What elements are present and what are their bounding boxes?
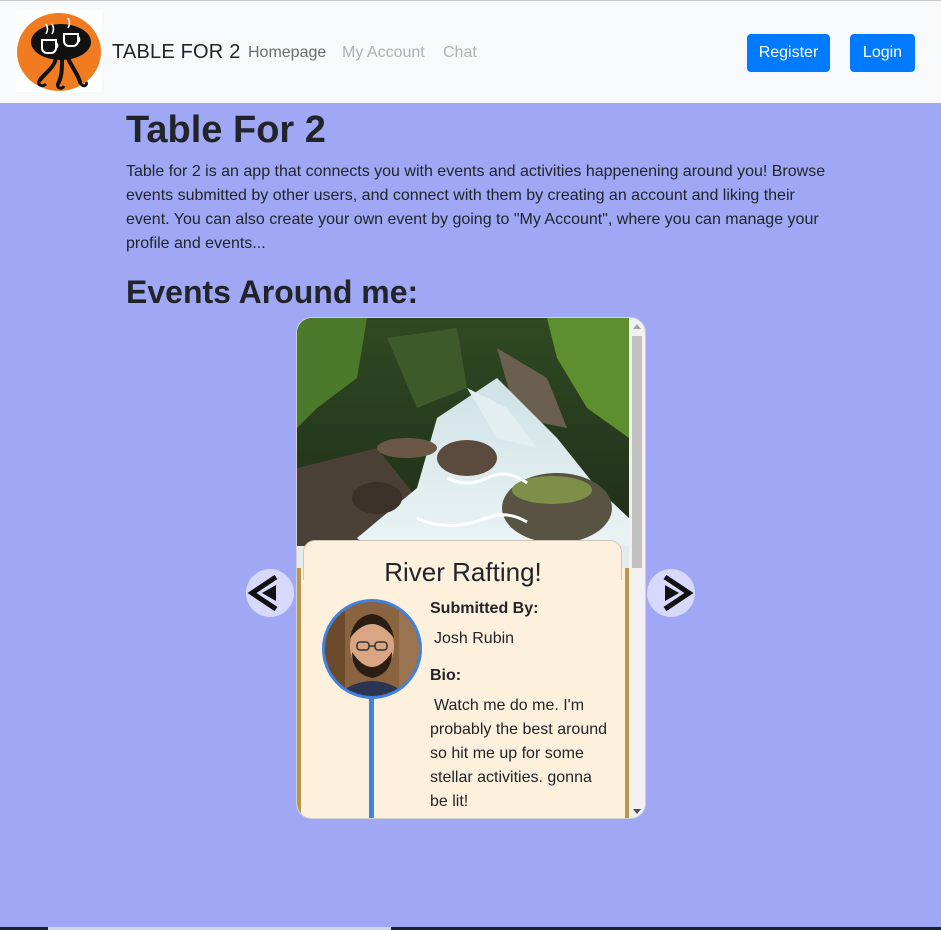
- bio-text: Watch me do me. I'm probably the best ar…: [430, 697, 608, 810]
- scroll-up-icon[interactable]: [633, 324, 641, 329]
- events-heading: Events Around me:: [126, 274, 419, 310]
- event-card-content: River Rafting! Submitted By: Josh Rubin …: [297, 318, 629, 818]
- chevron-left-icon: [247, 574, 278, 612]
- carousel-next-button[interactable]: [647, 569, 695, 617]
- bio-label: Bio:: [430, 667, 462, 684]
- submitted-by-label: Submitted By:: [430, 600, 539, 617]
- avatar[interactable]: [322, 599, 422, 699]
- nav-link-chat[interactable]: Chat: [443, 44, 477, 62]
- nav-link-my-account[interactable]: My Account: [342, 44, 425, 62]
- register-button[interactable]: Register: [747, 34, 830, 72]
- nav-link-homepage[interactable]: Homepage: [248, 44, 326, 62]
- scroll-down-icon[interactable]: [633, 809, 641, 814]
- coffee-table-logo-icon[interactable]: [16, 10, 102, 92]
- chevron-right-icon: [663, 574, 694, 612]
- login-button[interactable]: Login: [850, 34, 915, 72]
- avatar-timeline-bar: [369, 699, 374, 818]
- event-image: [297, 318, 629, 568]
- carousel-prev-button[interactable]: [246, 569, 294, 617]
- scroll-thumb[interactable]: [632, 336, 642, 568]
- page-title: Table For 2: [126, 109, 326, 151]
- navbar: TABLE FOR 2 Homepage My Account Chat Reg…: [0, 0, 941, 103]
- event-card[interactable]: River Rafting! Submitted By: Josh Rubin …: [296, 317, 646, 819]
- event-title: River Rafting!: [384, 557, 542, 587]
- submitted-by-name: Josh Rubin: [434, 630, 515, 647]
- intro-paragraph: Table for 2 is an app that connects you …: [126, 163, 826, 252]
- card-scrollbar[interactable]: [629, 318, 645, 818]
- brand-name[interactable]: TABLE FOR 2: [112, 41, 241, 64]
